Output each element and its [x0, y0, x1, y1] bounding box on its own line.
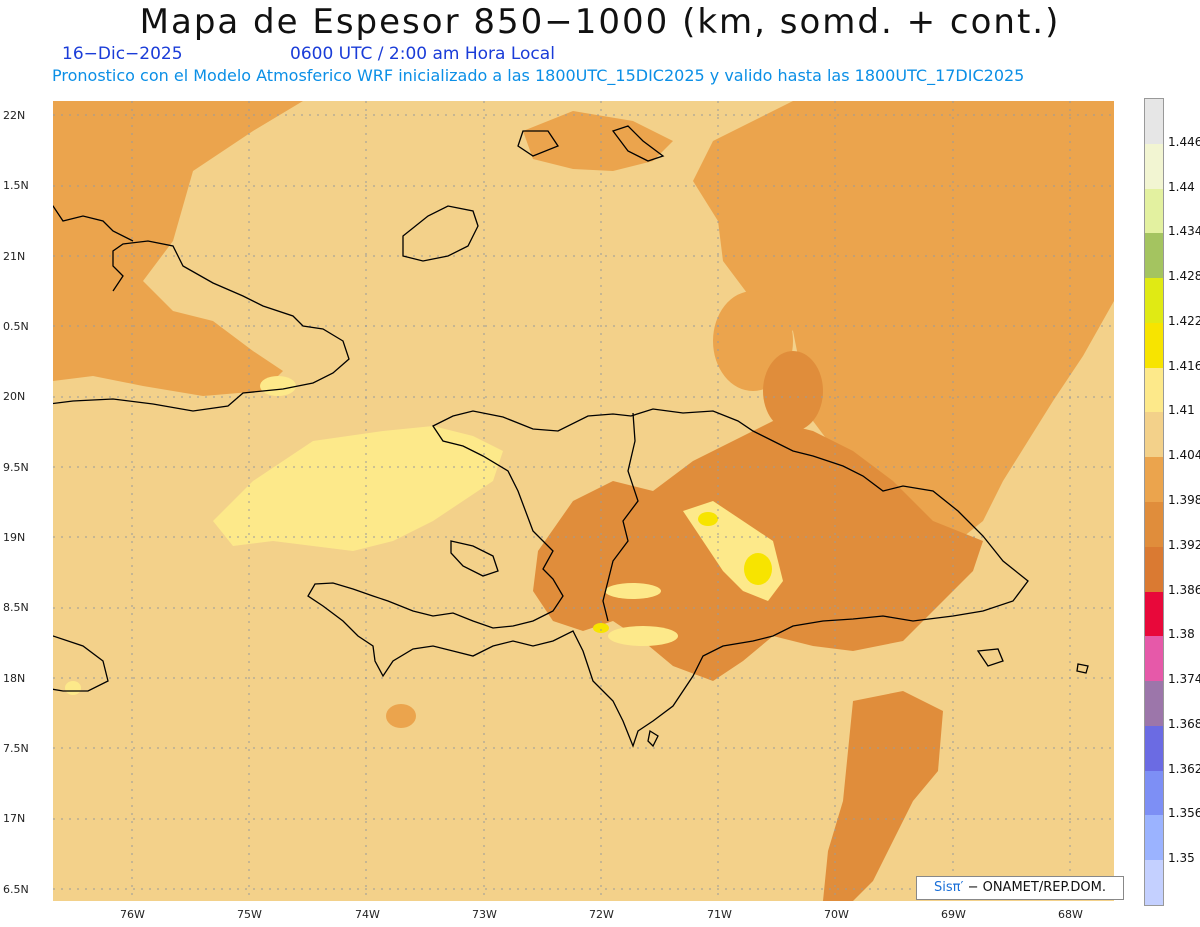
yellow-patch-mid — [605, 583, 661, 599]
lat-label: 18N — [3, 672, 26, 685]
credit-text: − ONAMET/REP.DOM. — [963, 880, 1106, 895]
lat-label: 17N — [3, 812, 26, 825]
colorbar-tick-label: 1.38 — [1168, 627, 1195, 642]
lon-label: 70W — [824, 908, 849, 921]
orange-patch-3 — [763, 351, 823, 431]
map-canvas — [53, 101, 1114, 901]
yellow-dot-1 — [260, 376, 296, 396]
lon-label: 72W — [589, 908, 614, 921]
colorbar-segment — [1145, 457, 1163, 503]
lon-label: 69W — [941, 908, 966, 921]
lon-label: 74W — [355, 908, 380, 921]
colorbar-tick-label: 1.386 — [1168, 582, 1200, 597]
colorbar — [1144, 98, 1164, 906]
credit-box: Sisπ′ − ONAMET/REP.DOM. — [916, 876, 1124, 900]
lat-label: 8.5N — [3, 601, 29, 614]
forecast-time: 0600 UTC / 2:00 am Hora Local — [290, 44, 555, 64]
colorbar-tick-label: 1.368 — [1168, 716, 1200, 731]
colorbar-tick-label: 1.362 — [1168, 761, 1200, 776]
lon-label: 73W — [472, 908, 497, 921]
lon-label: 68W — [1058, 908, 1083, 921]
bright-yellow-core-2 — [698, 512, 718, 526]
colorbar-tick-label: 1.446 — [1168, 134, 1200, 149]
lon-label: 71W — [707, 908, 732, 921]
lat-label: 7.5N — [3, 742, 29, 755]
colorbar-tick-label: 1.434 — [1168, 224, 1200, 239]
colorbar-tick-label: 1.422 — [1168, 313, 1200, 328]
colorbar-segment — [1145, 99, 1163, 145]
colorbar-segment — [1145, 502, 1163, 548]
colorbar-tick-label: 1.428 — [1168, 269, 1200, 284]
lat-label: 20N — [3, 390, 26, 403]
colorbar-segment — [1145, 636, 1163, 682]
lat-label: 22N — [3, 109, 26, 122]
colorbar-segment — [1145, 367, 1163, 413]
colorbar-segment — [1145, 188, 1163, 234]
lon-label: 75W — [237, 908, 262, 921]
colorbar-segment — [1145, 681, 1163, 727]
colorbar-tick-label: 1.392 — [1168, 537, 1200, 552]
colorbar-tick-label: 1.356 — [1168, 806, 1200, 821]
forecast-note: Pronostico con el Modelo Atmosferico WRF… — [52, 66, 1025, 85]
yellow-dot-2 — [65, 681, 81, 695]
thickness-map — [53, 101, 1114, 901]
credit-brand: Sisπ′ — [934, 880, 964, 895]
colorbar-segment — [1145, 322, 1163, 369]
colorbar-segment — [1145, 591, 1163, 637]
colorbar-segment — [1145, 546, 1163, 593]
colorbar-tick-label: 1.404 — [1168, 448, 1200, 463]
lat-label: 9.5N — [3, 461, 29, 474]
colorbar-segment — [1145, 860, 1163, 906]
colorbar-segment — [1145, 143, 1163, 190]
map-title: Mapa de Espesor 850−1000 (km, somd. + co… — [139, 2, 1061, 42]
forecast-date: 16−Dic−2025 — [62, 44, 183, 64]
colorbar-tick-label: 1.35 — [1168, 851, 1195, 866]
lat-label: 1.5N — [3, 179, 29, 192]
colorbar-tick-label: 1.44 — [1168, 179, 1195, 194]
colorbar-tick-label: 1.374 — [1168, 672, 1200, 687]
lat-label: 0.5N — [3, 320, 29, 333]
colorbar-segment — [1145, 412, 1163, 458]
orange-patch-1 — [386, 704, 416, 728]
lat-label: 6.5N — [3, 883, 29, 896]
lon-label: 76W — [120, 908, 145, 921]
colorbar-segment — [1145, 725, 1163, 772]
colorbar-segment — [1145, 815, 1163, 861]
lat-label: 19N — [3, 531, 26, 544]
bright-yellow-core-1 — [744, 553, 772, 585]
colorbar-tick-label: 1.416 — [1168, 358, 1200, 373]
yellow-patch-south — [608, 626, 678, 646]
colorbar-tick-label: 1.41 — [1168, 403, 1195, 418]
bright-yellow-core-3 — [593, 623, 609, 633]
colorbar-tick-label: 1.398 — [1168, 493, 1200, 507]
colorbar-segment — [1145, 278, 1163, 324]
colorbar-segment — [1145, 770, 1163, 816]
colorbar-segment — [1145, 233, 1163, 279]
lat-label: 21N — [3, 250, 26, 263]
